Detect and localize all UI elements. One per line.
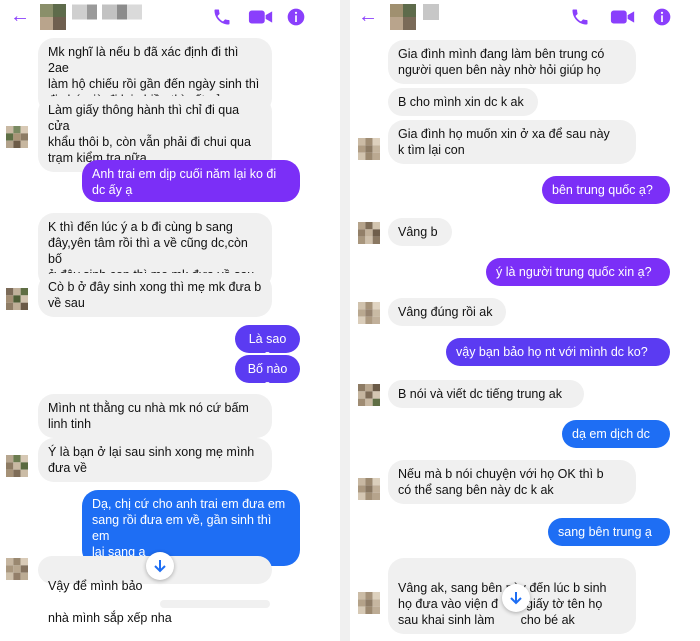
sender-avatar xyxy=(358,478,380,500)
info-icon[interactable] xyxy=(652,7,672,27)
sender-avatar xyxy=(6,126,28,148)
phone-icon[interactable] xyxy=(212,7,232,27)
left-chat-panel: ← Mk nghĩ là nếu b đã xác định đi thì 2a… xyxy=(0,0,340,641)
panel-divider xyxy=(340,0,350,641)
chat-header: ← xyxy=(0,0,340,34)
sender-avatar xyxy=(6,455,28,477)
message-text-part: Vậy để mình bảo xyxy=(48,579,143,593)
right-chat-panel: ← Gia đình mình đang làm bên trung có ng… xyxy=(350,0,700,641)
typing-bubble-fragment xyxy=(160,600,270,608)
message-outgoing: sang bên trung ạ xyxy=(548,518,670,546)
message-incoming: Ý là bạn ở lại sau sinh xong mẹ mình đưa… xyxy=(38,438,272,482)
message-incoming: Gia đình mình đang làm bên trung có ngườ… xyxy=(388,40,636,84)
sender-avatar xyxy=(358,138,380,160)
message-incoming: B cho mình xin dc k ak xyxy=(388,88,538,116)
message-incoming: Mình nt thằng cu nhà mk nó cứ bấm linh t… xyxy=(38,394,272,438)
contact-avatar[interactable] xyxy=(40,4,66,30)
message-incoming: Cò b ở đây sinh xong thì mẹ mk đưa b về … xyxy=(38,273,272,317)
contact-avatar[interactable] xyxy=(390,4,416,30)
arrow-down-icon xyxy=(154,560,166,573)
message-outgoing: Dạ, chị cứ cho anh trai em đưa em sang r… xyxy=(82,490,300,566)
message-incoming: Nếu mà b nói chuyện với họ OK thì b có t… xyxy=(388,460,636,504)
sender-avatar xyxy=(358,222,380,244)
sender-avatar xyxy=(358,592,380,614)
video-camera-icon[interactable] xyxy=(248,7,274,27)
message-text-part: cho bé ak xyxy=(520,613,575,627)
scroll-to-bottom-button[interactable] xyxy=(146,552,174,580)
message-outgoing: dạ em dịch dc xyxy=(562,420,670,448)
sender-avatar xyxy=(6,288,28,310)
message-outgoing: Bố nào ạ xyxy=(235,355,300,392)
chat-header: ← xyxy=(350,0,700,34)
info-icon[interactable] xyxy=(286,7,306,27)
back-arrow-icon[interactable]: ← xyxy=(10,6,30,26)
message-outgoing: ý là người trung quốc xin ạ? xyxy=(486,258,670,286)
message-text-part: nhà mình sắp xếp nha xyxy=(48,611,172,625)
contact-name-blurred xyxy=(72,4,142,20)
sender-avatar xyxy=(6,558,28,580)
message-outgoing: vậy bạn bảo họ nt với mình dc ko? xyxy=(446,338,670,366)
back-arrow-icon[interactable]: ← xyxy=(358,6,378,26)
message-incoming: B nói và viết dc tiếng trung ak xyxy=(388,380,584,408)
message-outgoing: Anh trai em dịp cuối năm lại ko đi dc ấy… xyxy=(82,160,300,202)
message-incoming: Vâng b xyxy=(388,218,452,246)
sender-avatar xyxy=(358,384,380,406)
message-incoming: Gia đình họ muốn xin ở xa để sau này k t… xyxy=(388,120,636,164)
contact-name-blurred xyxy=(423,4,439,20)
video-camera-icon[interactable] xyxy=(610,7,636,27)
message-outgoing: bên trung quốc ạ? xyxy=(542,176,670,204)
scroll-to-bottom-button[interactable] xyxy=(502,584,530,612)
phone-icon[interactable] xyxy=(570,7,590,27)
arrow-down-icon xyxy=(510,592,522,605)
message-outgoing: Là sao ạ xyxy=(235,325,300,362)
sender-avatar xyxy=(358,302,380,324)
message-incoming: Vâng đúng rồi ak xyxy=(388,298,506,326)
